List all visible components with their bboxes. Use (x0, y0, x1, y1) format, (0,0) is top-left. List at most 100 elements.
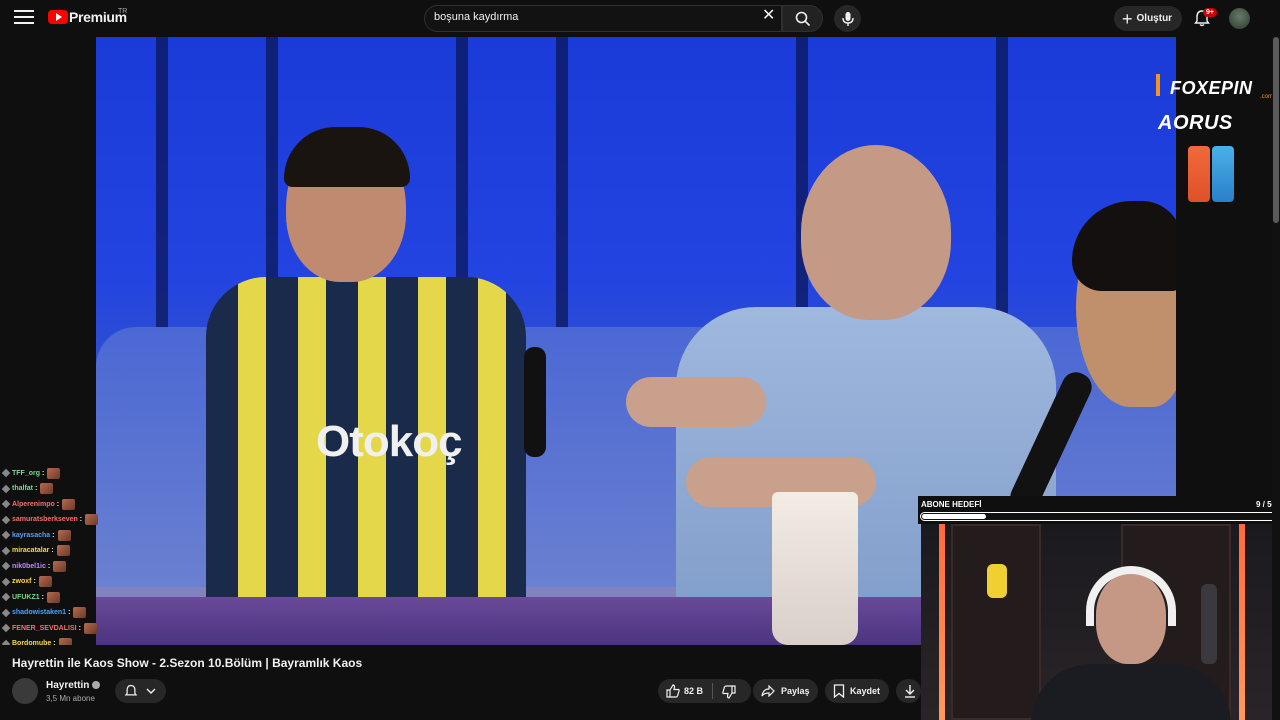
aorus-logo: AORUS (1158, 112, 1233, 134)
shelf (951, 524, 1041, 720)
chat-badge-icon (1, 608, 11, 617)
guest-left-hair (284, 127, 410, 187)
streamer-body (1031, 664, 1231, 720)
goal-progress-bar (920, 512, 1278, 521)
chat-message: UFUKZ1: (1, 590, 60, 604)
chat-message: miracatalar: (1, 544, 70, 558)
subscriber-goal: ABONE HEDEFİ 9 / 50 (918, 496, 1280, 524)
guest-center-hand (626, 377, 766, 427)
like-count[interactable]: 82 B (684, 686, 703, 696)
search-input[interactable] (434, 11, 744, 23)
streamer-webcam (921, 524, 1280, 720)
share-label: Paylaş (781, 686, 810, 696)
country-code: TR (118, 8, 128, 15)
youtube-logo[interactable]: Premium TR (48, 8, 128, 25)
voice-search-button[interactable] (834, 5, 861, 32)
save-button[interactable]: Kaydet (825, 679, 889, 703)
scrollbar-thumb[interactable] (1273, 37, 1279, 223)
like-divider (712, 683, 713, 699)
jersey-sponsor-text: Otokoç (316, 417, 463, 466)
cup (772, 492, 858, 645)
chat-badge-icon (1, 530, 11, 540)
video-title: Hayrettin ile Kaos Show - 2.Sezon 10.Böl… (12, 656, 363, 670)
chat-message: samuratsberkseven: (1, 513, 99, 527)
chat-message: zwoxf: (1, 575, 52, 589)
chat-username: Alperenimpo (12, 500, 55, 508)
plus-icon: + (1122, 8, 1133, 29)
chat-username: samuratsberkseven (12, 516, 78, 523)
chat-username: thalfat (12, 485, 33, 492)
chat-separator: : (52, 531, 55, 539)
neon-light (939, 524, 945, 720)
like-dislike-group: 82 B (658, 679, 751, 703)
foxepin-mark-icon (1156, 74, 1160, 96)
search-icon (795, 11, 811, 27)
guest-center-head (801, 145, 951, 320)
emote-icon (57, 529, 71, 541)
clear-search-icon[interactable]: ✕ (762, 8, 775, 24)
chat-message: Alperenimpo: (1, 497, 76, 511)
emote-icon (46, 591, 60, 603)
chat-badge-icon (1, 546, 11, 555)
account-avatar[interactable] (1229, 8, 1250, 29)
emote-icon (62, 498, 76, 510)
page-scrollbar[interactable] (1272, 37, 1280, 720)
download-button[interactable] (896, 679, 921, 703)
menu-icon[interactable] (14, 10, 34, 27)
chat-separator: : (68, 609, 71, 616)
chat-message: FENER_SEVDALISI: (1, 621, 97, 635)
emote-icon (85, 514, 99, 525)
save-label: Kaydet (850, 686, 881, 696)
neon-light (1239, 524, 1245, 720)
chat-separator: : (42, 469, 45, 477)
emote-icon (73, 607, 87, 618)
goal-label: ABONE HEDEFİ (921, 500, 982, 509)
chat-separator: : (33, 578, 36, 585)
share-button[interactable]: Paylaş (753, 679, 818, 703)
search-box (424, 5, 782, 32)
create-label: Oluştur (1136, 13, 1173, 24)
microphone (524, 347, 546, 457)
chat-badge-icon (1, 592, 11, 602)
host-right-hair (1072, 201, 1176, 291)
emote-icon (47, 467, 61, 479)
chat-username: miracatalar (12, 547, 50, 554)
download-icon (905, 685, 915, 698)
channel-name[interactable]: Hayrettin (46, 680, 101, 691)
emote-icon (83, 622, 97, 634)
emote-icon (40, 483, 54, 494)
thumbs-up-icon[interactable] (666, 684, 680, 698)
drink-can (1188, 146, 1210, 202)
chat-badge-icon (1, 577, 11, 586)
chat-message: shadowistaken1: (1, 606, 87, 620)
drink-can (1212, 146, 1234, 202)
chat-username: zwoxf (12, 578, 32, 585)
goal-progress-fill (922, 514, 986, 519)
chat-separator: : (41, 593, 44, 601)
chat-badge-icon (1, 499, 11, 509)
chat-message: kayrasacha: (1, 528, 71, 542)
emote-icon (53, 560, 67, 572)
notification-badge: 9+ (1203, 8, 1217, 17)
bookmark-icon (833, 684, 845, 698)
energy-drink-cans (1188, 146, 1234, 202)
share-icon (761, 685, 775, 697)
chat-separator: : (51, 547, 54, 554)
bell-icon (124, 684, 138, 696)
create-button[interactable]: + Oluştur (1114, 6, 1182, 31)
subscription-bell-button[interactable] (115, 679, 166, 703)
microphone (1201, 584, 1217, 664)
microphone-icon (842, 12, 854, 26)
chat-separator: : (56, 500, 60, 508)
chat-message: TFF_org: (1, 466, 61, 480)
sponsor-overlay: FOXEPIN .com AORUS (1152, 74, 1274, 214)
chat-username: nik0bel1ic (12, 562, 46, 570)
channel-avatar[interactable] (12, 678, 38, 704)
search-button[interactable] (782, 5, 823, 32)
thumbs-down-icon[interactable] (722, 685, 736, 699)
chat-badge-icon (1, 484, 11, 493)
chat-username: FENER_SEVDALISI (12, 624, 77, 632)
emote-icon (38, 576, 52, 587)
foxepin-logo: FOXEPIN (1170, 78, 1253, 98)
chat-badge-icon (1, 561, 11, 571)
